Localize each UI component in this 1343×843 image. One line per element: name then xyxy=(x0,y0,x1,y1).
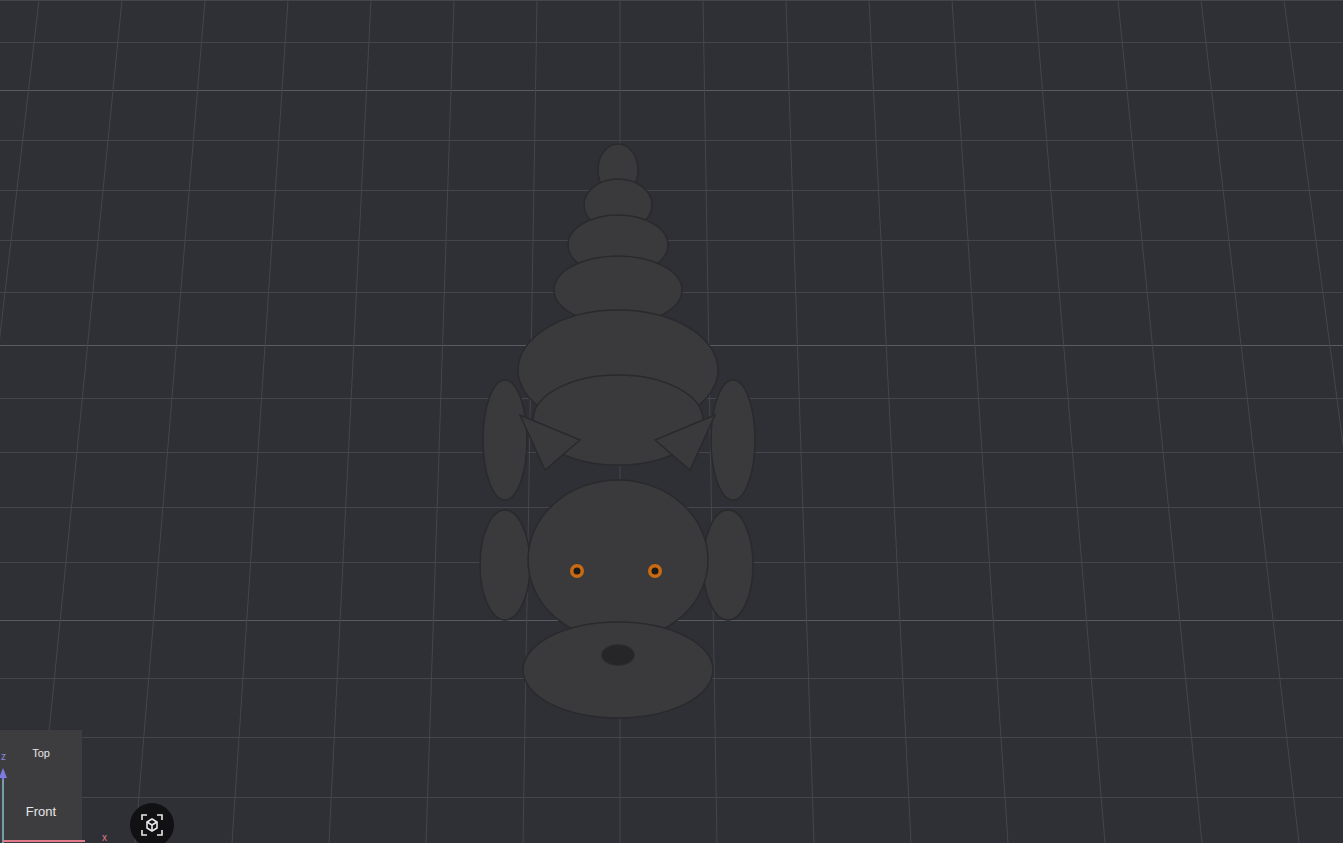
axis-label: z xyxy=(1,752,6,762)
dog-model[interactable] xyxy=(470,140,770,730)
focus-button[interactable] xyxy=(130,803,174,843)
view-cube[interactable]: Top Front xyxy=(0,730,82,843)
cube-face[interactable]: Front xyxy=(0,802,82,822)
cube-face[interactable]: Top xyxy=(0,745,82,762)
viewport[interactable]: Top Front z x xyxy=(0,0,1343,843)
axis-gizmo xyxy=(0,740,120,843)
focus-icon xyxy=(140,813,164,837)
axis-label: x xyxy=(102,833,107,843)
